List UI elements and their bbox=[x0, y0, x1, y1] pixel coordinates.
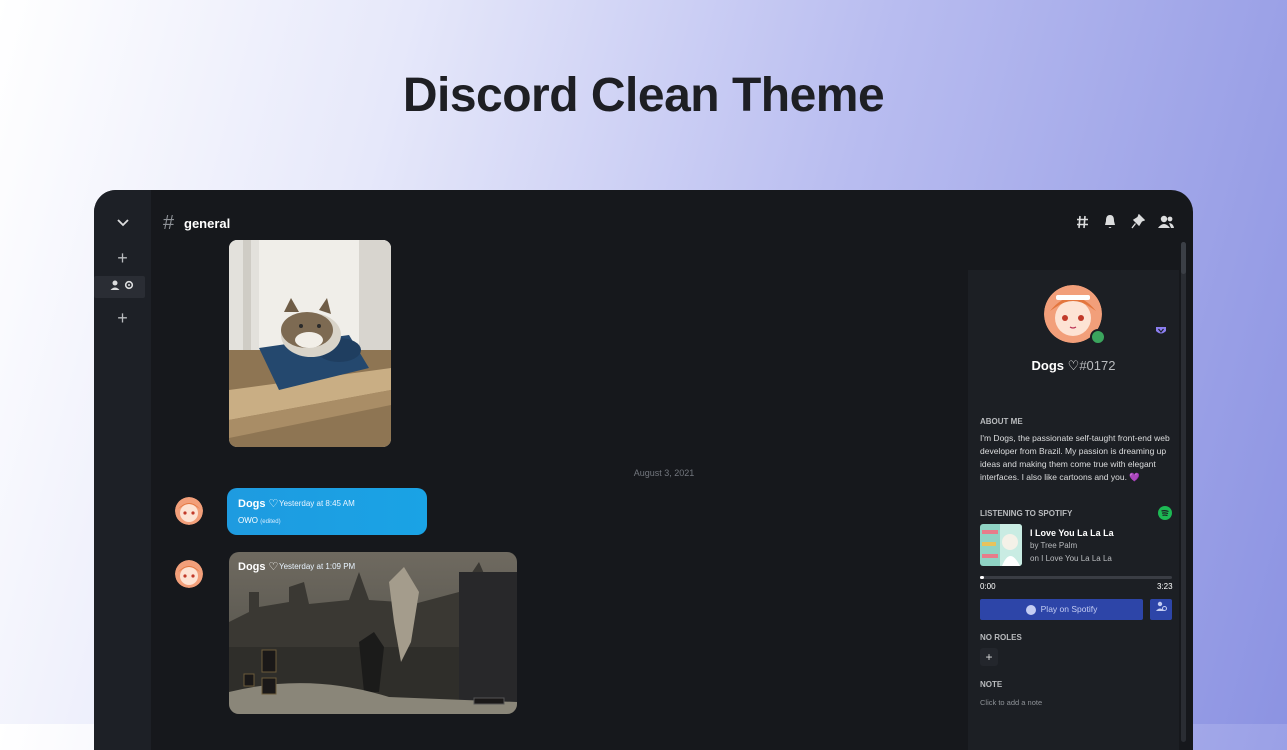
date-divider: August 3, 2021 bbox=[633, 468, 695, 478]
game-screenshot[interactable]: Dogs ♡ Yesterday at 1:09 PM bbox=[229, 552, 517, 714]
add-friend-settings-icon[interactable] bbox=[94, 279, 151, 294]
add-role-button[interactable]: + bbox=[980, 648, 998, 666]
channel-header: # general bbox=[151, 190, 1193, 236]
album-art[interactable] bbox=[980, 524, 1022, 566]
time-current: 0:00 bbox=[980, 582, 996, 591]
page-headline: Discord Clean Theme bbox=[402, 69, 885, 122]
about-me-heading: ABOUT ME bbox=[980, 417, 1023, 426]
playback-progress-fill bbox=[980, 576, 984, 579]
note-input[interactable]: Click to add a note bbox=[980, 698, 1042, 707]
time-total: 3:23 bbox=[1157, 582, 1173, 591]
members-icon[interactable] bbox=[1157, 214, 1175, 232]
channel-name: general bbox=[184, 216, 231, 231]
message-username[interactable]: Dogs ♡ bbox=[238, 497, 278, 510]
message-timestamp: Yesterday at 1:09 PM bbox=[279, 562, 356, 571]
roles-heading: NO ROLES bbox=[980, 633, 1022, 642]
song-album[interactable]: on I Love You La La La bbox=[1030, 554, 1112, 563]
listen-along-button[interactable] bbox=[1150, 599, 1172, 620]
avatar[interactable] bbox=[175, 560, 203, 588]
message-bubble[interactable]: Dogs ♡ Yesterday at 8:45 AM OWO (edited) bbox=[227, 488, 427, 535]
spotify-heading: LISTENING TO SPOTIFY bbox=[980, 509, 1073, 518]
plus-icon[interactable]: + bbox=[94, 308, 151, 329]
bell-icon[interactable] bbox=[1101, 214, 1119, 232]
avatar[interactable] bbox=[175, 497, 203, 525]
chevron-down-icon[interactable] bbox=[94, 214, 151, 232]
song-artist[interactable]: by Tree Palm bbox=[1030, 541, 1077, 550]
nitro-badge-icon[interactable] bbox=[1155, 326, 1167, 339]
online-status-indicator bbox=[1090, 329, 1106, 345]
profile-username[interactable]: Dogs ♡#0172 bbox=[968, 358, 1179, 374]
user-profile-panel: Dogs ♡#0172 ABOUT ME I'm Dogs, the passi… bbox=[968, 270, 1179, 750]
about-me-text: I'm Dogs, the passionate self-taught fro… bbox=[980, 433, 1170, 482]
threads-icon[interactable] bbox=[1074, 214, 1092, 232]
play-on-spotify-button[interactable]: Play on Spotify bbox=[980, 599, 1143, 620]
playback-progress-bar bbox=[980, 576, 1172, 579]
plus-icon[interactable]: + bbox=[94, 248, 151, 269]
message-content: OWO bbox=[238, 516, 258, 525]
note-heading: NOTE bbox=[980, 680, 1003, 689]
scrollbar-thumb[interactable] bbox=[1181, 242, 1186, 274]
hash-icon: # bbox=[163, 212, 175, 234]
spotify-icon bbox=[1158, 506, 1172, 520]
play-button-label: Play on Spotify bbox=[1040, 604, 1098, 614]
message-text: OWO (edited) bbox=[238, 516, 281, 525]
song-title[interactable]: I Love You La La La bbox=[1030, 528, 1114, 538]
profile-tag: #0172 bbox=[1079, 358, 1116, 373]
scrollbar-track[interactable] bbox=[1181, 242, 1186, 742]
spotify-icon bbox=[1025, 604, 1036, 615]
edited-label: (edited) bbox=[260, 519, 281, 525]
profile-name: Dogs ♡ bbox=[1031, 358, 1080, 373]
cat-photo[interactable] bbox=[229, 240, 391, 447]
message-timestamp: Yesterday at 8:45 AM bbox=[279, 499, 355, 508]
server-rail: + + bbox=[94, 190, 151, 750]
discord-window: + + # general August 3, 2021 Dogs ♡ Yest… bbox=[94, 190, 1193, 750]
pin-icon[interactable] bbox=[1129, 213, 1147, 232]
message-username[interactable]: Dogs ♡ bbox=[238, 560, 278, 573]
